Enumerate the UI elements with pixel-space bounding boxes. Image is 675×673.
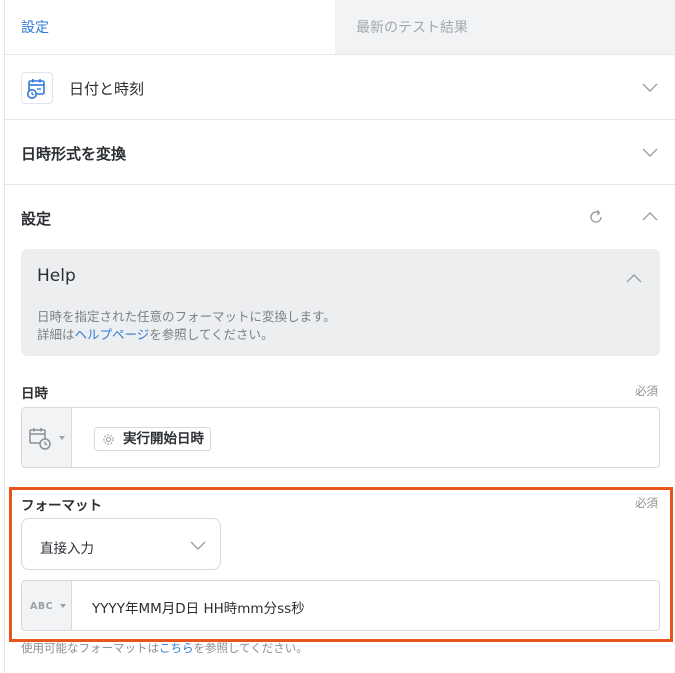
help-page-link[interactable]: ヘルプページ xyxy=(75,327,150,342)
calendar-clock-icon xyxy=(21,72,53,104)
tab-latest-test-result[interactable]: 最新のテスト結果 xyxy=(335,0,675,54)
datetime-input[interactable]: 実行開始日時 xyxy=(21,407,660,468)
format-list-link[interactable]: こちら xyxy=(159,641,194,655)
gear-icon xyxy=(103,434,114,445)
chevron-down-icon[interactable] xyxy=(642,144,658,160)
app-name: 日付と時刻 xyxy=(69,80,145,98)
calendar-clock-icon xyxy=(29,428,51,450)
refresh-icon[interactable] xyxy=(588,209,604,225)
tab-bar: 設定 最新のテスト結果 xyxy=(5,0,675,54)
help-detail-prefix: 詳細は xyxy=(37,327,75,342)
tab-settings[interactable]: 設定 xyxy=(5,0,335,54)
action-title: 日時形式を変換 xyxy=(21,145,127,163)
app-section[interactable]: 日付と時刻 xyxy=(5,54,675,119)
action-section[interactable]: 日時形式を変換 xyxy=(5,119,675,184)
settings-title: 設定 xyxy=(21,210,52,228)
datetime-variable-value: 実行開始日時 xyxy=(123,431,204,447)
datetime-required-badge: 必須 xyxy=(635,384,658,398)
help-description: 日時を指定された任意のフォーマットに変換します。 xyxy=(37,309,336,324)
help-box: Help 日時を指定された任意のフォーマットに変換します。 詳細はヘルプページを… xyxy=(21,249,660,356)
format-note-suffix: を参照してください。 xyxy=(193,641,308,655)
format-note-prefix: 使用可能なフォーマットは xyxy=(21,641,159,655)
chevron-down-icon[interactable] xyxy=(642,79,658,95)
help-title: Help xyxy=(37,266,76,286)
help-detail-suffix: を参照してください。 xyxy=(149,327,274,342)
datetime-variable-chip[interactable]: 実行開始日時 xyxy=(94,427,211,451)
datetime-type-selector[interactable] xyxy=(22,408,72,467)
format-field-highlight xyxy=(9,487,673,642)
datetime-label: 日時 xyxy=(21,386,48,402)
help-detail: 詳細はヘルプページを参照してください。 xyxy=(37,324,274,343)
caret-down-icon xyxy=(59,436,65,440)
format-help-note: 使用可能なフォーマットはこちらを参照してください。 xyxy=(21,640,308,656)
chevron-up-icon[interactable] xyxy=(642,209,658,225)
chevron-up-icon[interactable] xyxy=(626,271,642,287)
